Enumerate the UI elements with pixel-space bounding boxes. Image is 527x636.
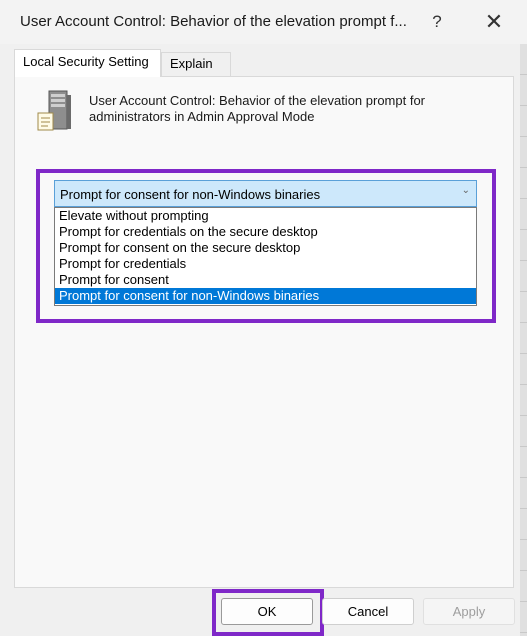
select-current-value: Prompt for consent for non-Windows binar… bbox=[60, 187, 321, 202]
policy-description-line2: administrators in Admin Approval Mode bbox=[89, 109, 315, 124]
elevation-behavior-select[interactable]: Prompt for consent for non-Windows binar… bbox=[54, 180, 477, 207]
policy-description: User Account Control: Behavior of the el… bbox=[89, 93, 469, 125]
window-title: User Account Control: Behavior of the el… bbox=[20, 13, 407, 30]
server-policy-icon bbox=[37, 90, 71, 131]
dropdown-options-list: Elevate without prompting Prompt for cre… bbox=[54, 207, 477, 306]
tab-explain[interactable]: Explain bbox=[161, 52, 231, 76]
help-icon[interactable]: ? bbox=[417, 6, 457, 38]
option-consent-secure-desktop[interactable]: Prompt for consent on the secure desktop bbox=[55, 240, 476, 256]
option-consent[interactable]: Prompt for consent bbox=[55, 272, 476, 288]
apply-button[interactable]: Apply bbox=[423, 598, 515, 625]
close-icon[interactable]: ✕ bbox=[474, 6, 514, 38]
option-elevate-without-prompting[interactable]: Elevate without prompting bbox=[55, 208, 476, 224]
ok-button[interactable]: OK bbox=[221, 598, 313, 625]
cancel-button[interactable]: Cancel bbox=[322, 598, 414, 625]
tab-local-security-setting[interactable]: Local Security Setting bbox=[14, 49, 161, 77]
tab-panel: User Account Control: Behavior of the el… bbox=[14, 76, 514, 588]
background-window-edge bbox=[520, 44, 527, 636]
option-consent-non-windows-binaries[interactable]: Prompt for consent for non-Windows binar… bbox=[55, 288, 476, 304]
option-credentials[interactable]: Prompt for credentials bbox=[55, 256, 476, 272]
policy-description-line1: User Account Control: Behavior of the el… bbox=[89, 93, 426, 108]
title-bar: User Account Control: Behavior of the el… bbox=[0, 0, 527, 44]
chevron-down-icon[interactable]: ⌄ bbox=[462, 185, 470, 196]
option-credentials-secure-desktop[interactable]: Prompt for credentials on the secure des… bbox=[55, 224, 476, 240]
